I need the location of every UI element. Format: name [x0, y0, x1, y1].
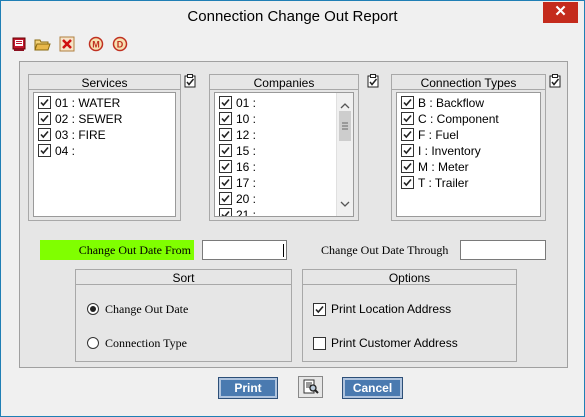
close-button[interactable]: ✕ — [543, 2, 578, 23]
companies-select-all-icon[interactable] — [367, 74, 380, 88]
connection-type-item-checkbox[interactable] — [401, 128, 414, 141]
print-customer-address-checkbox[interactable] — [313, 337, 326, 350]
service-item-checkbox[interactable] — [38, 128, 51, 141]
company-item-checkbox[interactable] — [219, 192, 232, 205]
report-window: Connection Change Out Report ✕ M D Servi… — [0, 0, 585, 417]
print-preview-icon — [303, 379, 320, 398]
companies-items: 01 : 10 : 12 : 15 : 16 : 17 : 20 : 21 : — [215, 93, 336, 216]
service-item-checkbox[interactable] — [38, 112, 51, 125]
connection-types-select-all-icon[interactable] — [549, 74, 562, 88]
sort-change-out-date-radio[interactable] — [87, 303, 99, 315]
company-item-label: 21 : — [236, 208, 257, 217]
connection-type-item-label: I : Inventory — [418, 144, 481, 158]
companies-title: Companies — [210, 75, 358, 90]
sort-title: Sort — [76, 270, 291, 285]
sort-connection-type-radio[interactable] — [87, 337, 99, 349]
service-item-checkbox[interactable] — [38, 144, 51, 157]
window-title: Connection Change Out Report — [187, 8, 398, 25]
sort-change-out-date-label[interactable]: Change Out Date — [105, 302, 188, 317]
companies-scrollbar[interactable] — [336, 93, 353, 216]
svg-text:D: D — [117, 40, 124, 50]
scroll-down-icon[interactable] — [340, 196, 350, 210]
date-from-input[interactable] — [202, 240, 287, 260]
connection-type-item-checkbox[interactable] — [401, 112, 414, 125]
connection-type-item-checkbox[interactable] — [401, 160, 414, 173]
connection-type-item-label: F : Fuel — [418, 128, 459, 142]
svg-text:M: M — [92, 40, 100, 50]
services-select-all-icon[interactable] — [184, 74, 197, 88]
connection-type-item-label: C : Component — [418, 112, 499, 126]
d-circle-icon[interactable]: D — [112, 36, 128, 52]
company-item-checkbox[interactable] — [219, 176, 232, 189]
print-location-address-checkbox[interactable] — [313, 303, 326, 316]
connection-type-item-checkbox[interactable] — [401, 96, 414, 109]
connection-type-item-label: T : Trailer — [418, 176, 469, 190]
service-item-label: 02 : SEWER — [55, 112, 123, 126]
print-button[interactable]: Print — [218, 377, 278, 399]
connection-types-title: Connection Types — [392, 75, 545, 90]
company-item-label: 17 : — [236, 176, 257, 190]
company-item-checkbox[interactable] — [219, 112, 232, 125]
print-preview-button[interactable] — [298, 376, 323, 398]
m-circle-icon[interactable]: M — [88, 36, 104, 52]
sort-group: Sort Change Out Date Connection Type — [75, 269, 292, 362]
connection-type-item-label: B : Backflow — [418, 96, 485, 110]
services-title: Services — [29, 75, 180, 90]
company-item-checkbox[interactable] — [219, 144, 232, 157]
service-item-label: 01 : WATER — [55, 96, 121, 110]
company-item-label: 15 : — [236, 144, 257, 158]
title-bar[interactable]: Connection Change Out Report ✕ — [1, 1, 584, 32]
print-location-address-label[interactable]: Print Location Address — [331, 302, 451, 316]
date-from-label: Change Out Date From — [40, 240, 194, 260]
connection-types-list[interactable]: B : Backflow C : Component F : Fuel I : Inv… — [396, 92, 541, 217]
date-through-label: Change Out Date Through — [321, 243, 449, 257]
sort-connection-type-label[interactable]: Connection Type — [105, 336, 187, 351]
report-icon[interactable] — [11, 36, 27, 52]
connection-type-item-checkbox[interactable] — [401, 176, 414, 189]
options-title: Options — [303, 270, 516, 285]
company-item-label: 16 : — [236, 160, 257, 174]
cancel-x-icon[interactable] — [59, 36, 75, 52]
text-cursor — [283, 244, 284, 257]
connection-types-group: Connection Types B : Backflow C : Compone… — [391, 74, 546, 221]
scroll-up-icon[interactable] — [340, 98, 350, 112]
scroll-thumb[interactable] — [339, 111, 351, 141]
open-folder-icon[interactable] — [34, 36, 51, 52]
print-customer-address-label[interactable]: Print Customer Address — [331, 336, 458, 350]
service-item-label: 04 : — [55, 144, 76, 158]
company-item-checkbox[interactable] — [219, 160, 232, 173]
company-item-checkbox[interactable] — [219, 128, 232, 141]
companies-list[interactable]: 01 : 10 : 12 : 15 : 16 : 17 : 20 : 21 : — [214, 92, 354, 217]
services-group: Services 01 : WATER 02 : SEWER 03 : FIRE 04… — [28, 74, 181, 221]
options-group: Options Print Location Address Print Cus… — [302, 269, 517, 362]
cancel-button[interactable]: Cancel — [342, 377, 403, 399]
date-through-input[interactable] — [460, 240, 546, 260]
service-item-label: 03 : FIRE — [55, 128, 106, 142]
company-item-checkbox[interactable] — [219, 208, 232, 216]
company-item-checkbox[interactable] — [219, 96, 232, 109]
company-item-label: 12 : — [236, 128, 257, 142]
services-list[interactable]: 01 : WATER 02 : SEWER 03 : FIRE 04 : — [33, 92, 176, 217]
connection-type-item-label: M : Meter — [418, 160, 469, 174]
connection-type-item-checkbox[interactable] — [401, 144, 414, 157]
companies-group: Companies 01 : 10 : 12 : 15 : 16 : 17 : 20 : 21… — [209, 74, 359, 221]
service-item-checkbox[interactable] — [38, 96, 51, 109]
company-item-label: 20 : — [236, 192, 257, 206]
company-item-label: 01 : — [236, 96, 257, 110]
company-item-label: 10 : — [236, 112, 257, 126]
